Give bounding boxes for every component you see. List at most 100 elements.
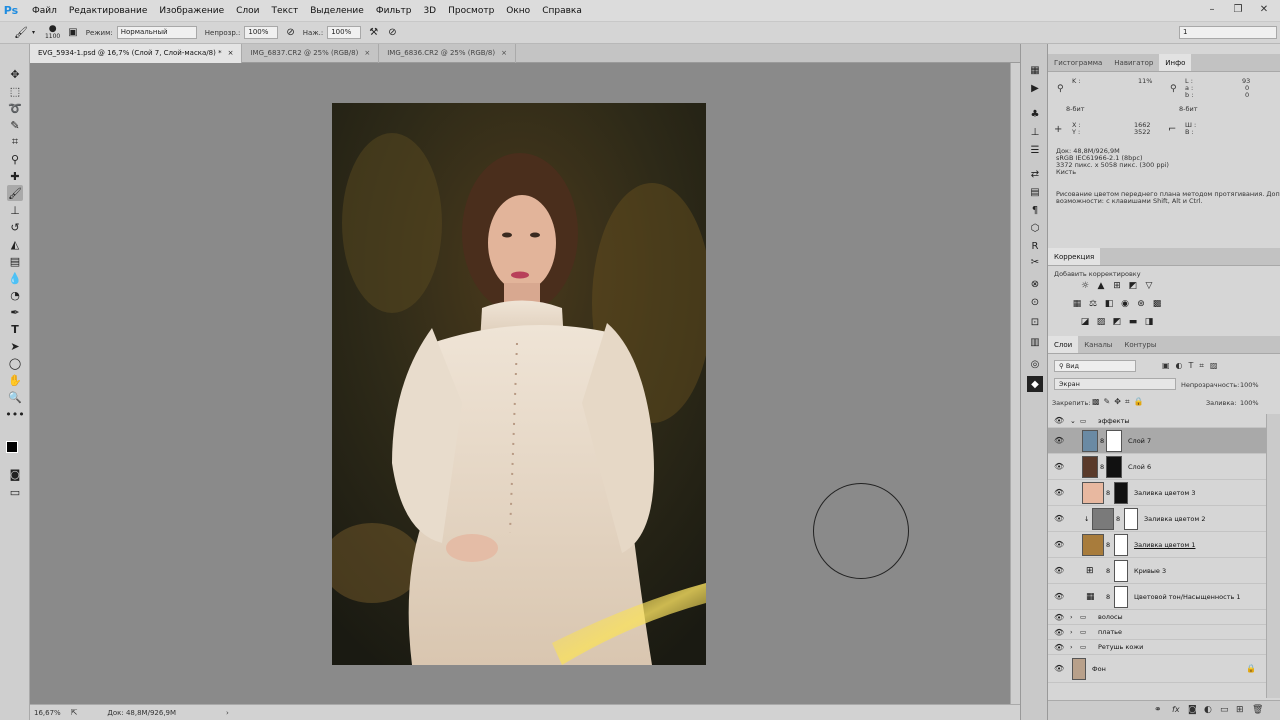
layer-row[interactable]: 👁 › ▭ волосы <box>1048 610 1266 625</box>
chevron-down-icon[interactable]: ⌄ <box>1070 417 1076 425</box>
crop-tool-icon[interactable]: ⌗ <box>7 134 23 150</box>
layer-row[interactable]: 👁 ⊞ 8 Кривые 3 <box>1048 558 1266 584</box>
chevron-right-icon[interactable]: › <box>226 709 229 717</box>
new-group-icon[interactable]: ▭ <box>1220 705 1229 715</box>
eye-icon[interactable]: 👁 <box>1054 643 1064 652</box>
lasso-tool-icon[interactable]: ➰ <box>7 100 23 116</box>
type-tool-icon[interactable]: T <box>7 321 23 337</box>
workspace-select[interactable]: 1 <box>1179 26 1277 39</box>
clone-source-icon[interactable]: ⊥ <box>1027 124 1043 140</box>
layer-row-selected[interactable]: 👁 8 Слой 7 <box>1048 428 1266 454</box>
layer-row[interactable]: 👁 8 Слой 6 <box>1048 454 1266 480</box>
doc-tab-3[interactable]: IMG_6836.CR2 @ 25% (RGB/8) × <box>379 44 516 63</box>
stamp-tool-icon[interactable]: ⊥ <box>7 202 23 218</box>
blur-tool-icon[interactable]: 💧 <box>7 270 23 286</box>
paragraph-icon[interactable]: ¶ <box>1027 202 1043 218</box>
gradient-tool-icon[interactable]: ▤ <box>7 253 23 269</box>
history-icon[interactable]: ▦ <box>1027 62 1043 78</box>
timeline-icon[interactable]: ⊡ <box>1027 314 1043 330</box>
menu-window[interactable]: Окно <box>500 0 536 22</box>
eye-icon[interactable]: 👁 <box>1054 592 1064 601</box>
chevron-right-icon[interactable]: › <box>1070 643 1073 651</box>
eye-icon[interactable]: 👁 <box>1054 540 1064 549</box>
menu-view[interactable]: Просмотр <box>442 0 500 22</box>
share-icon[interactable]: ⇱ <box>71 708 78 717</box>
libraries-icon[interactable]: ▥ <box>1027 334 1043 350</box>
eye-icon[interactable]: 👁 <box>1054 613 1064 622</box>
black-white-icon[interactable]: ◧ <box>1104 299 1114 309</box>
menu-type[interactable]: Текст <box>266 0 305 22</box>
eye-icon[interactable]: 👁 <box>1054 628 1064 637</box>
styles-icon[interactable]: ⊙ <box>1027 294 1043 310</box>
path-select-tool-icon[interactable]: ➤ <box>7 338 23 354</box>
new-adjustment-icon[interactable]: ◐ <box>1204 705 1212 715</box>
levels-icon[interactable]: ▲ <box>1096 281 1106 291</box>
vertical-scrollbar[interactable] <box>1010 63 1020 704</box>
brush-tool-icon[interactable]: 🖌 <box>7 185 23 201</box>
notes-icon[interactable]: ▤ <box>1027 184 1043 200</box>
menu-layers[interactable]: Слои <box>230 0 265 22</box>
lock-icons[interactable]: ▩✎✥⌗🔒 <box>1092 397 1147 407</box>
eye-icon[interactable]: 👁 <box>1054 566 1064 575</box>
selective-color-icon[interactable]: ◨ <box>1144 317 1154 327</box>
layer-row[interactable]: 👁 › ▭ платье <box>1048 625 1266 640</box>
tab-channels[interactable]: Каналы <box>1078 336 1118 353</box>
layer-row[interactable]: 👁 8 Заливка цветом 1 <box>1048 532 1266 558</box>
eye-icon[interactable]: 👁 <box>1054 664 1064 673</box>
minimize-button[interactable]: – <box>1200 0 1224 18</box>
channels-icon[interactable]: ◎ <box>1027 356 1043 372</box>
menu-select[interactable]: Выделение <box>304 0 370 22</box>
eyedropper-tool-icon[interactable]: ⚲ <box>7 151 23 167</box>
tab-navigator[interactable]: Навигатор <box>1108 54 1159 71</box>
add-mask-icon[interactable]: ◙ <box>1188 705 1197 715</box>
plugin-icon[interactable]: ◆ <box>1027 376 1043 392</box>
threshold-icon[interactable]: ◩ <box>1112 317 1122 327</box>
history-brush-tool-icon[interactable]: ↺ <box>7 219 23 235</box>
eye-icon[interactable]: 👁 <box>1054 416 1064 425</box>
hand-tool-icon[interactable]: ✋ <box>7 372 23 388</box>
tab-histogram[interactable]: Гистограмма <box>1048 54 1108 71</box>
exposure-icon[interactable]: ◩ <box>1128 281 1138 291</box>
brush-preset-picker[interactable]: ● 1100 <box>45 24 60 40</box>
layer-filter-select[interactable]: ⚲ Вид <box>1054 360 1136 372</box>
pressure-opacity-icon[interactable]: ⊘ <box>286 27 294 38</box>
marquee-tool-icon[interactable]: ⬚ <box>7 83 23 99</box>
layer-row[interactable]: 👁 ⌄ ▭ эффекты <box>1048 414 1266 428</box>
layer-row[interactable]: 👁 › ▭ Ретушь кожи <box>1048 640 1266 655</box>
eye-icon[interactable]: 👁 <box>1054 514 1064 523</box>
close-icon[interactable]: × <box>364 44 370 63</box>
trash-icon[interactable]: 🗑 <box>1252 705 1263 715</box>
eye-icon[interactable]: 👁 <box>1054 436 1064 445</box>
properties-icon[interactable]: ☰ <box>1027 142 1043 158</box>
menu-filter[interactable]: Фильтр <box>370 0 418 22</box>
menu-image[interactable]: Изображение <box>153 0 230 22</box>
tab-layers[interactable]: Слои <box>1048 336 1079 353</box>
zoom-level[interactable]: 16,67% <box>34 709 61 717</box>
glyph-icon[interactable]: ✂ <box>1027 254 1043 270</box>
eraser-tool-icon[interactable]: ◭ <box>7 236 23 252</box>
tab-paths[interactable]: Контуры <box>1118 336 1162 353</box>
screen-mode-icon[interactable]: ▭ <box>7 484 23 500</box>
close-icon[interactable]: × <box>228 44 234 63</box>
color-balance-icon[interactable]: ⚖ <box>1088 299 1098 309</box>
tab-info[interactable]: Инфо <box>1159 54 1192 71</box>
hue-sat-icon[interactable]: ▦ <box>1072 299 1082 309</box>
chevron-right-icon[interactable]: › <box>1070 613 1073 621</box>
swatches-icon[interactable]: ⊗ <box>1027 276 1043 292</box>
layer-filter-icons[interactable]: ▣◐T⌗▨ <box>1162 361 1224 371</box>
airbrush-icon[interactable]: ⚒ <box>369 27 378 38</box>
doc-tab-2[interactable]: IMG_6837.CR2 @ 25% (RGB/8) × <box>242 44 380 63</box>
layer-row[interactable]: 👁 8 Заливка цветом 3 <box>1048 480 1266 506</box>
chevron-right-icon[interactable]: › <box>1070 628 1073 636</box>
color-lookup-icon[interactable]: ▩ <box>1152 299 1162 309</box>
character-styles-icon[interactable]: R <box>1027 238 1043 254</box>
close-icon[interactable]: × <box>501 44 507 63</box>
dropdown-arrow-icon[interactable]: ▾ <box>32 29 35 36</box>
brush-tool-icon[interactable]: 🖌 <box>14 26 28 39</box>
mode-select[interactable]: Нормальный <box>116 26 197 39</box>
curves-icon[interactable]: ⊞ <box>1112 281 1122 291</box>
pressure-input[interactable]: 100% <box>327 26 362 39</box>
menu-help[interactable]: Справка <box>536 0 588 22</box>
layers-scrollbar[interactable] <box>1266 414 1280 698</box>
dodge-tool-icon[interactable]: ◔ <box>7 287 23 303</box>
